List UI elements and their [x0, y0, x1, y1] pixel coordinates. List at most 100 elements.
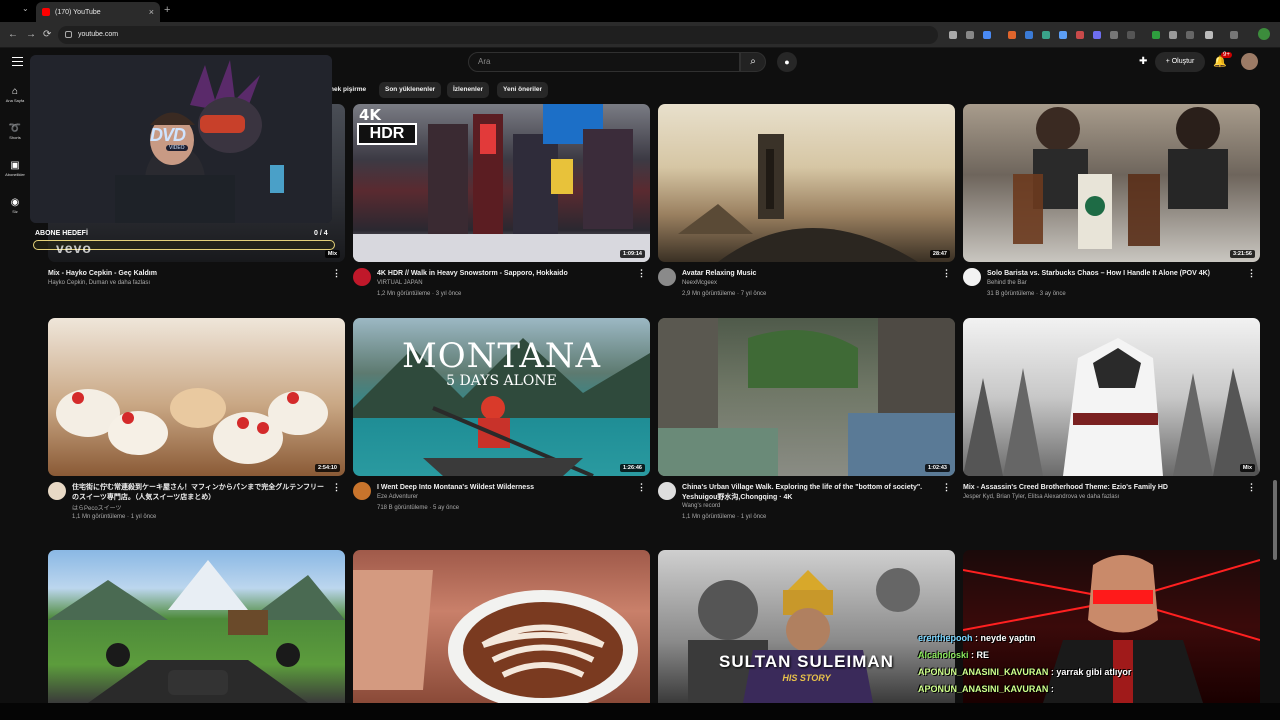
extension-icon[interactable] [1076, 31, 1084, 39]
video-title[interactable]: I Went Deep Into Montana's Wildest Wilde… [377, 483, 632, 493]
video-thumbnail[interactable]: Mix [963, 318, 1260, 476]
channel-name[interactable]: NeexMcgeex [682, 280, 717, 286]
channel-name[interactable]: はらPecoスイーツ [72, 503, 122, 512]
more-options-icon[interactable]: ⋮ [637, 482, 646, 493]
bookmark-star-icon[interactable] [983, 31, 991, 39]
sidebar-item-home[interactable]: ⌂ Ana Sayfa [0, 86, 30, 103]
video-card[interactable] [48, 550, 345, 703]
channel-avatar[interactable] [353, 482, 371, 500]
video-thumbnail[interactable]: 4K HDR 1:09:14 [353, 104, 650, 262]
chip-recently-uploaded[interactable]: Son yüklenenler [379, 82, 442, 98]
sidebar-item-shorts[interactable]: ➰ Shorts [0, 123, 30, 140]
video-card[interactable]: MONTANA 5 DAYS ALONE 1:26:46 I Went Deep… [353, 318, 650, 522]
microphone-icon[interactable]: ● [777, 52, 797, 72]
video-title[interactable]: 4K HDR // Walk in Heavy Snowstorm - Sapp… [377, 269, 632, 279]
alps-motorcycle-illustration [48, 560, 345, 703]
tab-search-icon[interactable]: ⌄ [22, 4, 29, 13]
site-info-icon[interactable] [65, 31, 72, 38]
video-thumbnail[interactable]: 28:47 [658, 104, 955, 262]
video-stats: 31 B görüntüleme · 3 ay önce [987, 291, 1066, 297]
channel-name[interactable]: Eze Adventurer [377, 494, 418, 500]
search-input[interactable]: Ara [468, 52, 740, 72]
video-thumbnail[interactable]: MONTANA 5 DAYS ALONE 1:26:46 [353, 318, 650, 476]
back-arrow-icon[interactable]: ← [8, 29, 18, 40]
stream-bottom-strip [0, 703, 1280, 720]
extension-icon[interactable] [1042, 31, 1050, 39]
more-options-icon[interactable]: ⋮ [1247, 482, 1256, 493]
sidebar-item-subscriptions[interactable]: ▣ Abonelikler [0, 160, 30, 177]
new-tab-button[interactable]: + [164, 4, 170, 16]
sidebar-item-you[interactable]: ◉ Siz [0, 197, 30, 214]
duration-badge: Mix [1239, 464, 1255, 472]
extension-icon[interactable] [949, 31, 957, 39]
menu-hamburger-icon[interactable] [12, 57, 23, 66]
video-card[interactable]: 2:54:10 住宅街に佇む常連殺到ケーキ屋さん！マフィンからパンまで完全グルテ… [48, 318, 345, 522]
more-options-icon[interactable]: ⋮ [1247, 268, 1256, 279]
more-options-icon[interactable]: ⋮ [332, 482, 341, 493]
extension-icon[interactable] [1127, 31, 1135, 39]
forward-arrow-icon[interactable]: → [26, 29, 36, 40]
video-card[interactable]: 3:21:56 Solo Barista vs. Starbucks Chaos… [963, 104, 1260, 308]
video-thumbnail[interactable]: SULTAN SULEIMAN HIS STORY [658, 550, 955, 703]
extension-icon[interactable] [1093, 31, 1101, 39]
extension-icon[interactable] [1152, 31, 1160, 39]
channel-name[interactable]: Jesper Kyd, Brian Tyler, Elitsa Alexandr… [963, 494, 1119, 500]
video-title[interactable]: Avatar Relaxing Music [682, 269, 937, 279]
extensions-puzzle-icon[interactable] [1205, 31, 1213, 39]
more-options-icon[interactable]: ⋮ [942, 268, 951, 279]
channel-name[interactable]: Behind the Bar [987, 280, 1027, 286]
more-options-icon[interactable]: ⋮ [637, 268, 646, 279]
cakes-illustration [56, 388, 328, 464]
search-icon[interactable]: ⌕ [740, 52, 766, 72]
video-thumbnail[interactable]: 1:02:43 [658, 318, 955, 476]
video-card[interactable] [353, 550, 650, 703]
stream-chat-overlay: erenthepooh : neyde yaptın Alcaholoski :… [918, 630, 1218, 698]
extension-icon[interactable] [1008, 31, 1016, 39]
extension-icon[interactable] [1186, 31, 1194, 39]
video-title[interactable]: Mix - Hayko Cepkin - Geç Kaldım [48, 269, 303, 279]
extension-icon[interactable] [1059, 31, 1067, 39]
channel-name[interactable]: VIRTUAL JAPAN [377, 280, 423, 286]
more-options-icon[interactable]: ⋮ [942, 482, 951, 493]
chip-new-to-you[interactable]: Yeni öneriler [497, 82, 549, 98]
extension-icon[interactable] [1169, 31, 1177, 39]
video-thumbnail[interactable] [48, 550, 345, 703]
video-card[interactable]: 1:02:43 China's Urban Village Walk. Expl… [658, 318, 955, 522]
video-thumbnail[interactable]: 3:21:56 [963, 104, 1260, 262]
tab-close-icon[interactable]: × [149, 7, 154, 17]
extension-icon[interactable] [1025, 31, 1033, 39]
channel-name[interactable]: Wang's record [682, 503, 720, 509]
address-bar[interactable]: youtube.com [58, 26, 938, 44]
browser-tab-youtube[interactable]: (170) YouTube × [36, 2, 160, 22]
page-scrollbar[interactable] [1273, 480, 1277, 560]
video-thumbnail[interactable] [353, 550, 650, 703]
video-card[interactable]: SULTAN SULEIMAN HIS STORY [658, 550, 955, 703]
video-title[interactable]: China's Urban Village Walk. Exploring th… [682, 483, 937, 503]
dvd-logo-subtext: VIDEO [166, 145, 188, 151]
extension-icon[interactable] [966, 31, 974, 39]
create-video-icon[interactable]: ✚ [1139, 56, 1147, 67]
video-stats: 1,1 Mn görüntüleme · 1 yıl önce [682, 514, 767, 520]
browser-profile-icon[interactable] [1258, 28, 1270, 40]
video-title[interactable]: 住宅街に佇む常連殺到ケーキ屋さん！マフィンからパンまで完全グルテンフリーのスイー… [72, 483, 327, 503]
channel-avatar[interactable] [48, 482, 66, 500]
reload-icon[interactable]: ⟳ [43, 29, 51, 40]
account-avatar[interactable] [1241, 53, 1258, 70]
channel-avatar[interactable] [658, 482, 676, 500]
channel-avatar[interactable] [353, 268, 371, 286]
video-card[interactable]: Mix Mix - Assassin's Creed Brotherhood T… [963, 318, 1260, 522]
video-card[interactable]: 28:47 Avatar Relaxing Music NeexMcgeex 2… [658, 104, 955, 308]
video-thumbnail[interactable]: 2:54:10 [48, 318, 345, 476]
channel-avatar[interactable] [963, 268, 981, 286]
create-button[interactable]: + Oluştur [1155, 52, 1205, 72]
channel-name[interactable]: Hayko Cepkin, Duman ve daha fazlası [48, 280, 150, 286]
channel-avatar[interactable] [658, 268, 676, 286]
extension-icon[interactable] [1230, 31, 1238, 39]
video-title[interactable]: Mix - Assassin's Creed Brotherhood Theme… [963, 483, 1218, 493]
video-stats: 2,9 Mn görüntüleme · 7 yıl önce [682, 291, 767, 297]
more-options-icon[interactable]: ⋮ [332, 268, 341, 279]
chip-watched[interactable]: İzlenenler [447, 82, 489, 98]
extension-icon[interactable] [1110, 31, 1118, 39]
video-title[interactable]: Solo Barista vs. Starbucks Chaos – How I… [987, 269, 1242, 279]
video-card[interactable]: 4K HDR 1:09:14 4K HDR // Walk in Heavy S… [353, 104, 650, 308]
